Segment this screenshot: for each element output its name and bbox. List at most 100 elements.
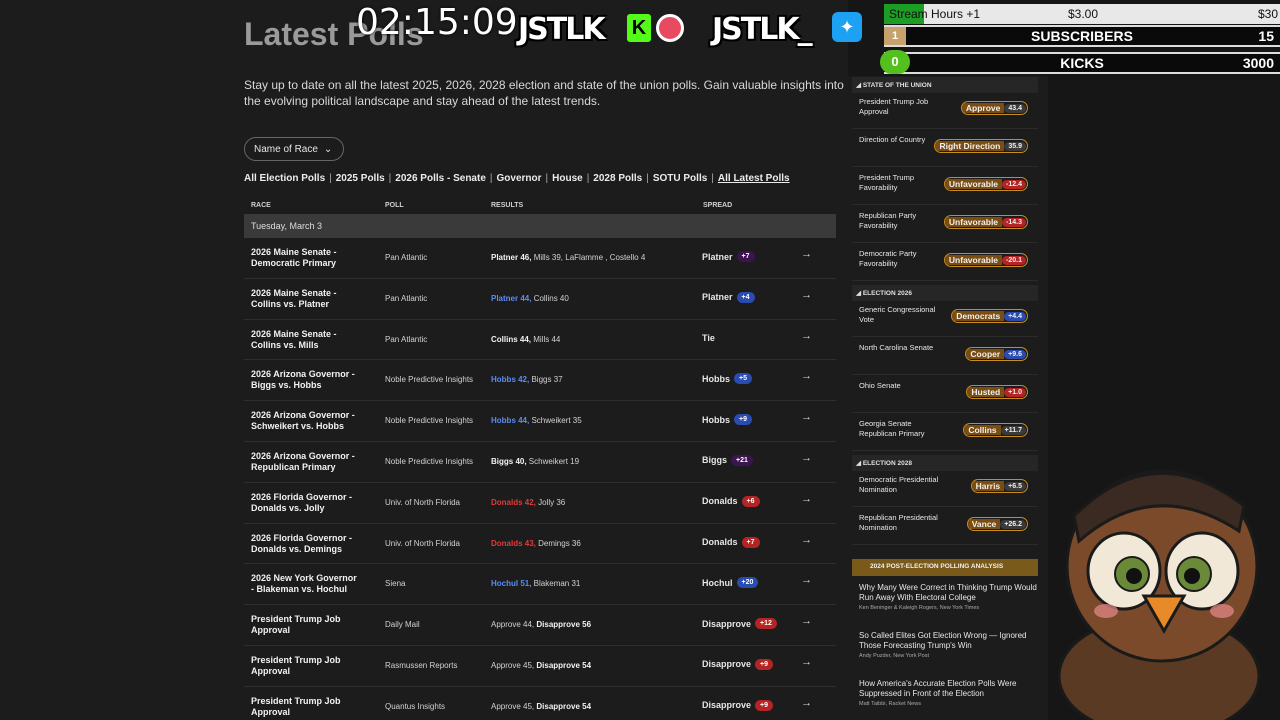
table-row[interactable]: 2026 Maine Senate - Collins vs. Platner P… [244, 279, 836, 320]
arrow-right-icon[interactable]: → [801, 452, 812, 464]
sidebar-item-label: North Carolina Senate [859, 343, 934, 352]
sidebar-poll-item[interactable]: Republican Party Favorability Unfavorable… [852, 207, 1038, 243]
arrow-right-icon[interactable]: → [801, 697, 812, 709]
kick-logo-icon: K [627, 14, 651, 42]
table-row[interactable]: 2026 Arizona Governor - Schweikert vs. H… [244, 401, 836, 442]
table-row[interactable]: President Trump Job Approval Quantus Insi… [244, 687, 836, 720]
link-separator: | [329, 173, 332, 184]
table-row[interactable]: 2026 Maine Senate - Collins vs. Mills Pan… [244, 320, 836, 361]
results-leader: Collins 44, [491, 334, 532, 344]
col-results: RESULTS [491, 202, 524, 209]
arrow-right-icon[interactable]: → [801, 656, 812, 668]
race-name: 2026 Florida Governor - Donalds vs. Joll… [251, 491, 353, 513]
arrow-right-icon[interactable]: → [801, 615, 812, 627]
sidebar-poll-item[interactable]: Ohio Senate Husted +1.0 [852, 377, 1038, 413]
sidebar-poll-item[interactable]: Democratic Presidential Nomination Harris… [852, 471, 1038, 507]
race-name: 2026 Maine Senate - Collins vs. Platner [251, 287, 337, 309]
results-prefix: Approve 44, [491, 620, 537, 630]
spread-value: +7 [741, 536, 760, 548]
analysis-article[interactable]: How America's Accurate Election Polls We… [852, 679, 1038, 707]
arrow-right-icon[interactable]: → [801, 493, 812, 505]
collapse-icon[interactable]: ◢ [856, 290, 863, 297]
sidebar-poll-item[interactable]: Direction of Country Right Direction 35.9 [852, 131, 1038, 167]
sidebar-poll-item[interactable]: President Trump Favorability Unfavorable -… [852, 169, 1038, 205]
poll-link[interactable]: 2026 Polls - [395, 173, 450, 184]
badge-value: 43.4 [1004, 103, 1026, 113]
sidebar-poll-item[interactable]: Generic Congressional Vote Democrats +4.4 [852, 301, 1038, 337]
brand-logo-2: JSTLK_ [712, 12, 813, 47]
pollster: Univ. of North Florida [385, 538, 460, 548]
poll-link[interactable]: All Election Polls [244, 173, 325, 184]
results: Hobbs 44, Schweikert 35 [491, 416, 582, 425]
table-header: RACE POLL RESULTS SPREAD [244, 198, 836, 214]
pollster: Noble Predictive Insights [385, 375, 474, 385]
sidebar-poll-item[interactable]: North Carolina Senate Cooper +9.6 [852, 339, 1038, 375]
spread-leader: Donalds [702, 496, 738, 507]
table-row[interactable]: President Trump Job Approval Daily Mail Ap… [244, 605, 836, 646]
arrow-right-icon[interactable]: → [801, 411, 812, 423]
poll-link[interactable]: 2025 Polls [336, 173, 385, 184]
spread-value: +9 [755, 699, 774, 711]
owl-mascot-image [1057, 469, 1261, 720]
kicks-value: 3000 [1242, 55, 1274, 71]
table-row[interactable]: 2026 Arizona Governor - Republican Prima… [244, 442, 836, 483]
results-rest: Biggs 37 [529, 375, 563, 385]
spread-value: +6 [741, 495, 760, 507]
collapse-icon[interactable]: ◢ [856, 82, 863, 89]
results-leader: Disapprove 54 [536, 701, 592, 711]
analysis-article[interactable]: Why Many Were Correct in Thinking Trump … [852, 583, 1038, 611]
table-row[interactable]: President Trump Job Approval Rasmussen Re… [244, 646, 836, 687]
polls-table: 2026 Maine Senate - Democratic Primary Pa… [244, 238, 836, 720]
poll-link[interactable]: Senate [453, 173, 486, 184]
table-row[interactable]: 2026 Arizona Governor - Biggs vs. Hobbs N… [244, 360, 836, 402]
badge-name: Right Direction [935, 141, 1005, 151]
arrow-right-icon[interactable]: → [801, 289, 812, 301]
results-rest: Mills 44 [531, 334, 561, 344]
results-prefix: Approve 45, [491, 701, 537, 711]
table-row[interactable]: 2026 Florida Governor - Donalds vs. Demi… [244, 524, 836, 565]
poll-link[interactable]: SOTU Polls [653, 173, 707, 184]
poll-link[interactable]: All Latest Polls [718, 173, 790, 184]
sidebar-section-title: ◢ State of the Union [852, 77, 1038, 93]
results-leader: Hobbs 44, [491, 416, 530, 426]
arrow-right-icon[interactable]: → [801, 330, 812, 342]
col-poll: POLL [385, 202, 404, 209]
sidebar-poll-item[interactable]: Georgia Senate Republican Primary Collins… [852, 415, 1038, 451]
name-of-race-dropdown[interactable]: Name of Race ⌄ [244, 137, 344, 161]
arrow-right-icon[interactable]: → [801, 574, 812, 586]
results-leader: Biggs 40, [491, 456, 527, 466]
analysis-article[interactable]: So Called Elites Got Election Wrong — Ig… [852, 631, 1038, 659]
article-title[interactable]: So Called Elites Got Election Wrong — Ig… [852, 631, 1038, 651]
arrow-right-icon[interactable]: → [801, 370, 812, 382]
poll-link[interactable]: Governor [497, 173, 542, 184]
article-title[interactable]: Why Many Were Correct in Thinking Trump … [852, 583, 1038, 603]
sidebar-poll-item[interactable]: Democratic Party Favorability Unfavorable… [852, 245, 1038, 281]
goal-target: $30 [1257, 7, 1278, 21]
arrow-right-icon[interactable]: → [801, 534, 812, 546]
results-prefix: Approve 45, [491, 660, 537, 670]
spread: Hochul +20 [702, 577, 759, 589]
sidebar-poll-item[interactable]: Republican Presidential Nomination Vance +… [852, 509, 1038, 545]
poll-link[interactable]: 2028 Polls [593, 173, 642, 184]
sidebar-poll-item[interactable]: President Trump Job Approval Approve 43.4 [852, 93, 1038, 129]
spread-value: +9 [755, 658, 774, 670]
poll-link[interactable]: House [552, 173, 583, 184]
table-row[interactable]: 2026 New York Governor - Blakeman vs. Ho… [244, 564, 836, 606]
spread-leader: Disapprove [702, 659, 752, 670]
results-leader: Platner 46, [491, 253, 532, 262]
collapse-icon[interactable]: ◢ [856, 460, 863, 467]
sidebar-badge: Vance +26.2 [966, 517, 1028, 531]
sidebar-badge: Approve 43.4 [960, 101, 1028, 115]
table-row[interactable]: 2026 Florida Governor - Donalds vs. Joll… [244, 483, 836, 524]
sidebar-item-label: President Trump Favorability [859, 173, 915, 192]
article-title[interactable]: How America's Accurate Election Polls We… [852, 679, 1038, 699]
results-rest: Jolly 36 [535, 497, 566, 507]
intro-text: Stay up to date on all the latest 2025, … [244, 78, 844, 108]
spread-leader: Tie [702, 332, 715, 343]
link-separator: | [711, 173, 714, 184]
table-row[interactable]: 2026 Maine Senate - Democratic Primary Pa… [244, 238, 836, 279]
race-name: President Trump Job Approval [251, 654, 341, 676]
results-rest: Schweikert 35 [529, 416, 582, 426]
badge-value: +4.4 [1004, 311, 1026, 321]
arrow-right-icon[interactable]: → [801, 248, 812, 260]
